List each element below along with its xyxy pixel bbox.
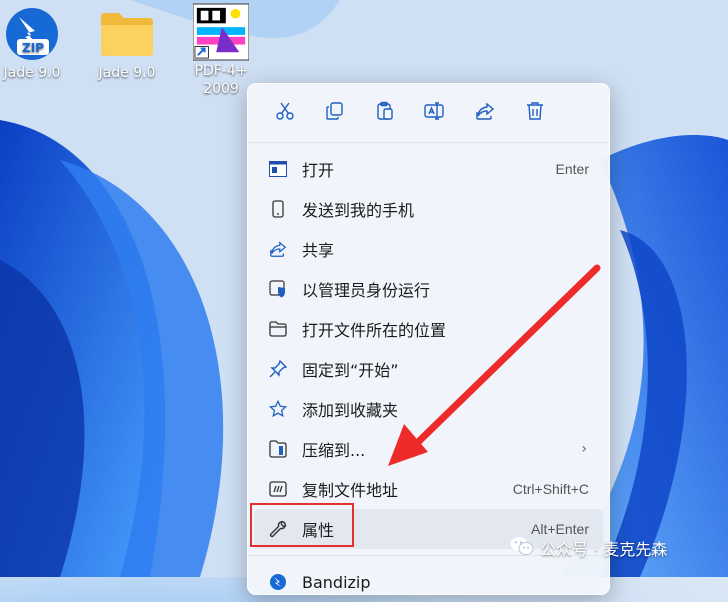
annotation-arrow bbox=[388, 264, 601, 466]
watermark-text: 公众号 · 麦克先森 bbox=[540, 540, 668, 559]
watermark: 公众号 · 麦克先森 bbox=[510, 536, 667, 560]
wechat-icon bbox=[510, 536, 534, 560]
